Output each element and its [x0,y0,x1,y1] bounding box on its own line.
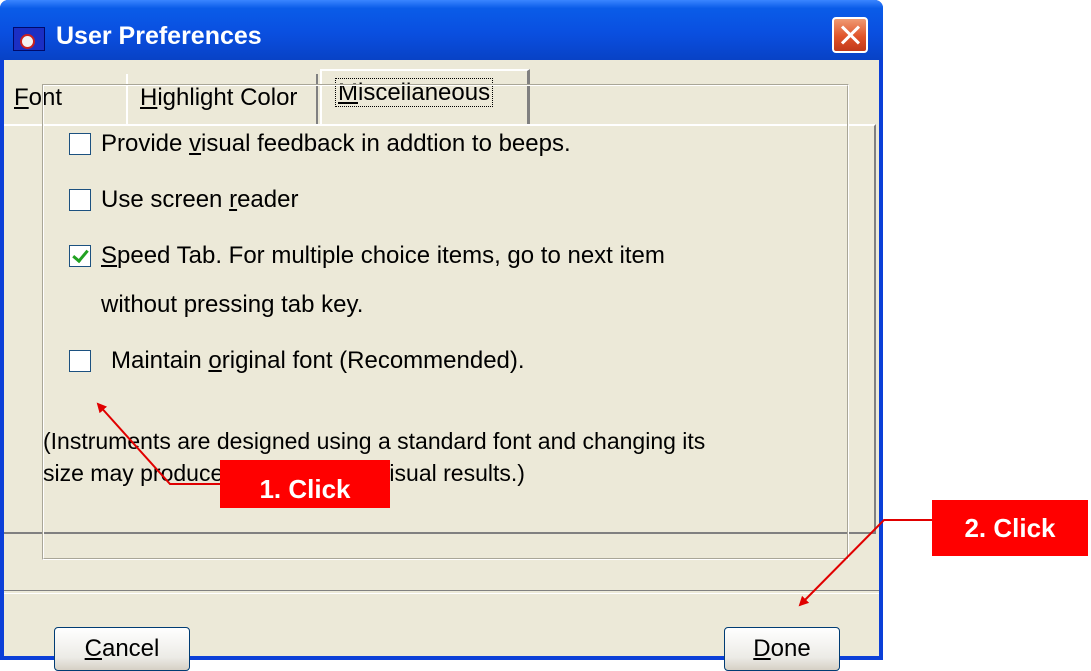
arrow-to-checkbox [96,402,222,485]
annotation-arrows [96,402,932,607]
step1-callout: 1. Click [220,460,390,508]
arrow-to-done [798,519,932,607]
step2-callout: 2. Click [932,500,1088,556]
